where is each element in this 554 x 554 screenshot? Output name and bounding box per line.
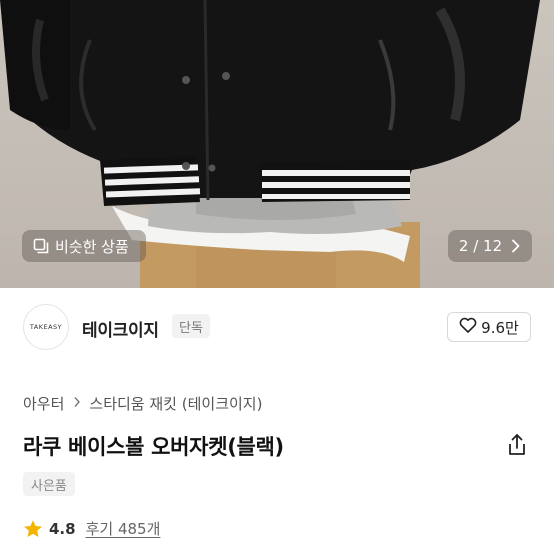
- breadcrumb-category[interactable]: 아우터: [23, 393, 64, 414]
- similar-items-label: 비슷한 상품: [55, 237, 129, 256]
- chevron-right-icon: [511, 239, 521, 253]
- page-counter: 2 / 12: [459, 237, 502, 255]
- rating-row: 4.8 후기 485개: [23, 518, 160, 539]
- page-current: 2: [458, 237, 469, 255]
- brand-logo[interactable]: TAKEASY: [23, 304, 69, 350]
- share-icon[interactable]: [506, 433, 528, 457]
- similar-items-icon: [33, 238, 49, 254]
- brand-name[interactable]: 테이크이지: [82, 316, 159, 341]
- similar-items-button[interactable]: 비슷한 상품: [22, 230, 146, 262]
- image-page-indicator[interactable]: 2 / 12: [448, 230, 532, 262]
- brand-logo-text: TAKEASY: [29, 323, 63, 331]
- reviews-link[interactable]: 후기 485개: [86, 518, 161, 539]
- chevron-right-icon: [73, 396, 81, 412]
- gift-badge: 사은품: [23, 472, 75, 496]
- brand-row: TAKEASY 테이크이지 단독 9.6만: [0, 300, 554, 354]
- product-image-carousel[interactable]: 비슷한 상품 2 / 12: [0, 0, 554, 288]
- like-count: 9.6만: [481, 318, 519, 337]
- heart-icon: [459, 317, 477, 337]
- product-title: 라쿠 베이스볼 오버자켓(블랙): [23, 435, 284, 459]
- breadcrumb: 아우터 스타디움 재킷 (테이크이지): [23, 393, 262, 414]
- page-separator: /: [473, 237, 479, 255]
- like-button[interactable]: 9.6만: [447, 312, 531, 342]
- star-icon: [23, 519, 43, 539]
- page-total: 12: [483, 237, 503, 255]
- breadcrumb-subcategory[interactable]: 스타디움 재킷 (테이크이지): [89, 393, 262, 414]
- exclusive-badge: 단독: [172, 314, 210, 338]
- rating-value: 4.8: [49, 519, 76, 538]
